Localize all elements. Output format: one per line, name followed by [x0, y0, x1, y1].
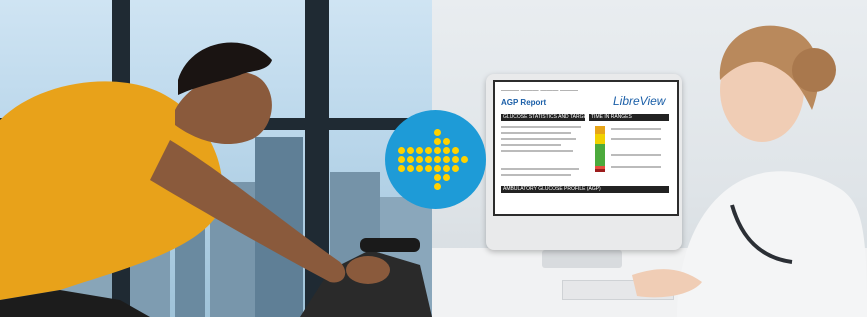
range-very-low: [595, 169, 605, 172]
patient-header: ——— ——— ——— ———: [501, 88, 579, 94]
agp-report-screen: ——— ——— ——— ——— AGP Report LibreView GLU…: [493, 80, 679, 216]
man-on-bike: [0, 42, 432, 317]
left-photo-exercise: [0, 0, 432, 317]
composite-photo: ——— ——— ——— ——— AGP Report LibreView GLU…: [0, 0, 867, 317]
brand-logo: LibreView: [613, 94, 666, 108]
range-target: [595, 144, 605, 166]
arrow-badge: [385, 110, 486, 209]
section-title: GLUCOSE STATISTICS AND TARGETS: [503, 114, 594, 120]
white-coat: [677, 171, 867, 317]
section-title: AMBULATORY GLUCOSE PROFILE (AGP): [503, 186, 601, 192]
range-label-line: [611, 138, 661, 140]
stat-line: [501, 126, 581, 128]
range-very-high: [595, 126, 605, 134]
stat-line: [501, 132, 571, 134]
stat-line: [501, 174, 571, 176]
stat-line: [501, 150, 573, 152]
hair-bun: [792, 48, 836, 92]
bike-handlebar: [360, 238, 420, 252]
range-label-line: [611, 166, 661, 168]
stat-line: [501, 168, 579, 170]
range-label-line: [611, 154, 661, 156]
range-high: [595, 134, 605, 144]
section-title: TIME IN RANGES: [591, 114, 632, 120]
stat-line: [501, 138, 576, 140]
report-title: AGP Report: [501, 98, 547, 107]
hand: [346, 256, 390, 284]
range-label-line: [611, 128, 661, 130]
stat-line: [501, 144, 561, 146]
